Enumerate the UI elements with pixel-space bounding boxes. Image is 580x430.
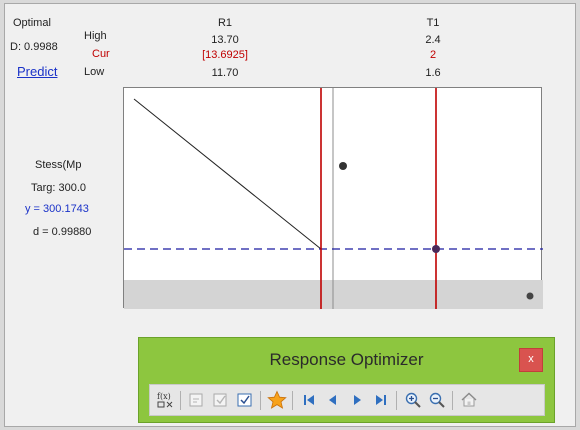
zoom-in-icon[interactable]: [402, 389, 424, 411]
factor-t1-name: T1: [426, 17, 440, 29]
factor-r1-current[interactable]: [13.6925]: [185, 49, 265, 61]
factor-t1-high: 2.4: [425, 34, 441, 46]
toolbar-separator: [396, 391, 397, 410]
predict-link[interactable]: Predict: [17, 64, 57, 79]
factor-t1-current[interactable]: 2: [403, 49, 463, 61]
first-solution-icon[interactable]: [298, 389, 320, 411]
response-optimizer-toolbar: Response Optimizer x f(x): [138, 337, 555, 423]
optimal-label: Optimal: [13, 17, 51, 29]
t1-response-point: [339, 162, 347, 170]
factor-r1-name: R1: [217, 17, 233, 29]
row-label-low: Low: [84, 66, 105, 78]
toolbar-separator: [292, 391, 293, 410]
last-solution-icon[interactable]: [370, 389, 392, 411]
response-desirability: d = 0.99880: [33, 226, 92, 238]
edit-setup-icon[interactable]: f(x): [154, 389, 176, 411]
row-label-high: High: [84, 30, 107, 42]
close-button[interactable]: x: [519, 348, 543, 372]
svg-text:f(x): f(x): [157, 392, 171, 401]
checklist-icon[interactable]: [234, 389, 256, 411]
first-disabled-icon[interactable]: [186, 389, 208, 411]
star-icon[interactable]: [266, 389, 288, 411]
row-label-cur: Cur: [92, 48, 110, 60]
response-predicted-y: y = 300.1743: [25, 203, 89, 215]
toolbar-icon-bar: f(x): [149, 384, 545, 416]
composite-desirability: D: 0.9988: [10, 41, 58, 53]
optimization-plot-window: Optimal D: 0.9988 Predict High Cur Low R…: [4, 3, 576, 427]
toolbar-separator: [260, 391, 261, 410]
previous-icon[interactable]: [322, 389, 344, 411]
response-name: Stess(Mp: [35, 159, 82, 171]
next-icon[interactable]: [346, 389, 368, 411]
t1-current-point: [432, 245, 440, 253]
predict-link-text[interactable]: Predict: [17, 64, 57, 79]
home-icon[interactable]: [458, 389, 480, 411]
factor-r1-high: 13.70: [211, 34, 239, 46]
factor-t1-low: 1.6: [425, 67, 441, 79]
factor-r1-low: 11.70: [211, 67, 239, 79]
r1-response-curve: [133, 98, 322, 250]
zoom-out-icon[interactable]: [426, 389, 448, 411]
toolbar-separator: [452, 391, 453, 410]
toolbar-separator: [180, 391, 181, 410]
optimization-plot-area: [123, 87, 543, 309]
plot-canvas: [124, 88, 543, 309]
response-target: Targ: 300.0: [31, 182, 87, 194]
copy-disabled-icon[interactable]: [210, 389, 232, 411]
desirability-point: [526, 292, 534, 300]
toolbar-title: Response Optimizer: [269, 350, 424, 369]
